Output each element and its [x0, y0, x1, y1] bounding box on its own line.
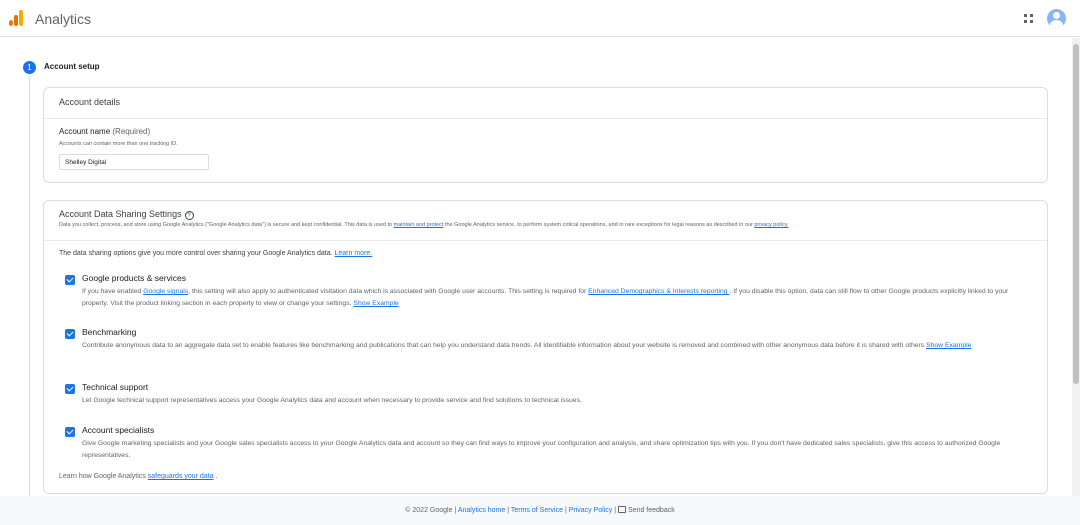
account-specialists-checkbox[interactable] [65, 427, 75, 437]
step-number-badge: 1 [23, 61, 36, 74]
maintain-protect-link[interactable]: maintain and protect [394, 222, 444, 228]
data-sharing-card: Account Data Sharing Settings? Data you … [43, 200, 1048, 494]
option-text: , this setting will also apply to authen… [188, 288, 589, 295]
required-marker: (Required) [112, 127, 151, 136]
benchmarking-checkbox[interactable] [65, 329, 75, 339]
show-example-link[interactable]: Show Example [926, 342, 971, 349]
footnote-text: . [213, 473, 218, 480]
option-description: Let Google technical support representat… [82, 397, 582, 404]
safeguards-footnote: Learn how Google Analytics safeguards yo… [59, 473, 217, 480]
account-name-hint: Accounts can contain more than one track… [59, 141, 178, 147]
step-connector-line [29, 76, 30, 496]
scrollbar-thumb[interactable] [1073, 44, 1079, 384]
account-name-label-text: Account name [59, 127, 111, 136]
feedback-icon[interactable] [618, 506, 627, 513]
option-description: Contribute anonymous data to an aggregat… [82, 340, 1012, 352]
privacy-policy-link[interactable]: privacy policy. [754, 222, 788, 228]
intro-text: The data sharing options give you more c… [59, 250, 335, 257]
option-title: Benchmarking [82, 327, 137, 337]
privacy-link[interactable]: Privacy Policy [569, 507, 613, 514]
account-details-title: Account details [59, 97, 121, 107]
account-details-card: Account details Account name (Required) … [43, 87, 1048, 183]
safeguards-link[interactable]: safeguards your data [148, 473, 214, 480]
top-app-bar: Analytics [0, 0, 1080, 37]
data-sharing-intro: The data sharing options give you more c… [59, 250, 372, 257]
google-products-checkbox[interactable] [65, 275, 75, 285]
option-text: Contribute anonymous data to an aggregat… [82, 342, 927, 349]
show-example-link[interactable]: Show Example [353, 300, 398, 307]
data-sharing-description: Data you collect, process, and store usi… [59, 222, 789, 228]
data-sharing-title: Account Data Sharing Settings? [59, 209, 194, 220]
account-avatar-icon[interactable] [1047, 9, 1066, 28]
technical-support-checkbox[interactable] [65, 384, 75, 394]
page-footer: © 2022 Google | Analytics home | Terms o… [0, 496, 1080, 525]
app-title[interactable]: Analytics [35, 11, 91, 27]
apps-grid-icon[interactable] [1024, 14, 1034, 24]
google-signals-link[interactable]: Google signals [143, 288, 188, 295]
data-sharing-title-text: Account Data Sharing Settings [59, 209, 182, 219]
option-title: Account specialists [82, 425, 155, 435]
option-title: Google products & services [82, 273, 186, 283]
copyright-text: © 2022 Google [405, 507, 453, 514]
analytics-logo-icon[interactable] [9, 10, 23, 26]
enhanced-demographics-link[interactable]: Enhanced Demographics & Interests report… [588, 288, 729, 295]
option-text: If you have enabled [82, 288, 144, 295]
send-feedback-link[interactable]: Send feedback [628, 507, 675, 514]
card-header: Account details [44, 88, 1047, 119]
terms-link[interactable]: Terms of Service [511, 507, 563, 514]
option-title: Technical support [82, 382, 149, 392]
option-description: Give Google marketing specialists and yo… [82, 440, 1001, 459]
help-icon[interactable]: ? [184, 211, 194, 220]
account-name-label: Account name (Required) [59, 127, 150, 136]
desc-text: the Google Analytics service, to perform… [443, 222, 755, 228]
account-name-input[interactable] [59, 154, 209, 170]
step-title: Account setup [44, 62, 100, 71]
footnote-text: Learn how Google Analytics [59, 473, 148, 480]
learn-more-link[interactable]: Learn more. [335, 250, 373, 257]
option-description: If you have enabled Google signals, this… [82, 286, 1012, 310]
card-header: Account Data Sharing Settings? Data you … [44, 201, 1047, 241]
desc-text: Data you collect, process, and store usi… [59, 222, 394, 228]
page-scrollbar[interactable] [1072, 38, 1080, 496]
analytics-home-link[interactable]: Analytics home [458, 507, 505, 514]
